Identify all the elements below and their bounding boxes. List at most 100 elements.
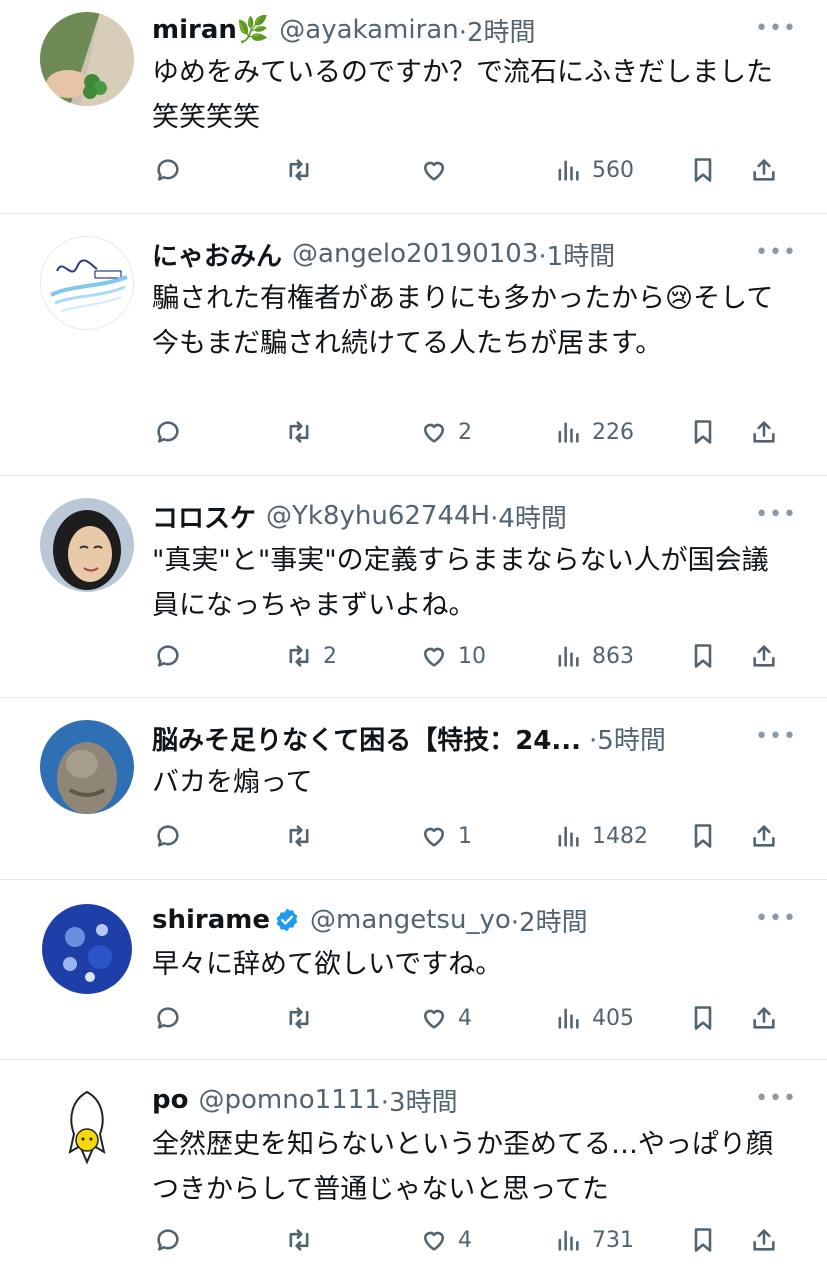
username[interactable]: @ayakamiran [279, 15, 458, 45]
bookmark-button[interactable] [689, 638, 717, 674]
like-button[interactable]: 10 [420, 638, 486, 674]
timestamp[interactable]: ·2時間 [459, 12, 536, 48]
retweet-icon [289, 1229, 309, 1251]
tweet[interactable]: 脳みそ足りなくて困る【特技：24... ·5時間 ••• バカを煽って 1 14… [0, 698, 827, 880]
views-button[interactable]: 731 [554, 1222, 634, 1258]
retweet-button[interactable] [285, 1222, 323, 1258]
reply-button[interactable] [154, 1000, 192, 1036]
timestamp[interactable]: ·4時間 [490, 498, 567, 534]
share-icon [753, 825, 775, 847]
tweet[interactable]: miran🌿 @ayakamiran ·2時間 ••• ゆめをみているのですか？… [0, 0, 827, 214]
more-icon[interactable]: ••• [755, 906, 797, 931]
reply-button[interactable] [154, 152, 192, 188]
like-count: 4 [458, 1005, 472, 1031]
reply-button[interactable] [154, 1222, 192, 1258]
like-button[interactable]: 4 [420, 1000, 472, 1036]
views-button[interactable]: 226 [554, 414, 634, 450]
username[interactable]: @mangetsu_yo [310, 905, 511, 935]
share-button[interactable] [750, 1222, 778, 1258]
more-icon[interactable]: ••• [755, 240, 797, 265]
action-bar: 4 405 [152, 1000, 787, 1036]
reply-icon [157, 825, 179, 847]
display-name[interactable]: にゃおみん [152, 236, 282, 272]
tweet-header: コロスケ @Yk8yhu62744H ·4時間 [152, 498, 797, 534]
avatar[interactable] [40, 720, 134, 814]
share-icon [753, 1007, 775, 1029]
views-count: 731 [592, 1227, 634, 1253]
share-button[interactable] [750, 152, 778, 188]
tweet[interactable]: po @pomno1111 ·3時間 ••• 全然歴史を知らないというか歪めてる… [0, 1060, 827, 1280]
bookmark-button[interactable] [689, 152, 717, 188]
username[interactable]: @Yk8yhu62744H [266, 501, 490, 531]
tweet-text: "真実"と"事実"の定義すらままならない人が国会議員になっちゃまずいよね。 [152, 545, 769, 621]
bookmark-icon [694, 1006, 712, 1030]
share-button[interactable] [750, 414, 778, 450]
more-icon[interactable]: ••• [755, 724, 797, 749]
retweet-button[interactable]: 2 [285, 638, 337, 674]
tweet-header: miran🌿 @ayakamiran ·2時間 [152, 12, 797, 48]
like-button[interactable] [420, 152, 458, 188]
heart-icon [423, 647, 445, 667]
reply-icon [157, 1229, 179, 1251]
retweet-button[interactable] [285, 818, 323, 854]
display-name[interactable]: shirame [152, 905, 270, 935]
bookmark-button[interactable] [689, 1222, 717, 1258]
heart-icon [423, 1009, 445, 1029]
retweet-button[interactable] [285, 152, 323, 188]
retweet-button[interactable] [285, 1000, 323, 1036]
timestamp[interactable]: ·5時間 [589, 720, 666, 756]
display-name[interactable]: po [152, 1085, 188, 1115]
bookmark-button[interactable] [689, 1000, 717, 1036]
views-icon [558, 646, 579, 667]
like-count: 10 [458, 643, 486, 669]
share-button[interactable] [750, 818, 778, 854]
reply-button[interactable] [154, 414, 192, 450]
timestamp[interactable]: ·2時間 [511, 902, 588, 938]
bookmark-button[interactable] [689, 818, 717, 854]
reply-button[interactable] [154, 818, 192, 854]
tweet-text: 早々に辞めて欲しいですね。 [152, 949, 503, 980]
more-icon[interactable]: ••• [755, 1086, 797, 1111]
tweet[interactable]: shirame @mangetsu_yo ·2時間 ••• 早々に辞めて欲しいで… [0, 880, 827, 1060]
bookmark-button[interactable] [689, 414, 717, 450]
share-button[interactable] [750, 1000, 778, 1036]
timestamp[interactable]: ·3時間 [381, 1082, 458, 1118]
like-button[interactable]: 1 [420, 818, 472, 854]
views-icon [558, 1008, 579, 1029]
reply-button[interactable] [154, 638, 192, 674]
more-icon[interactable]: ••• [755, 16, 797, 41]
share-icon [753, 159, 775, 181]
avatar[interactable] [40, 12, 134, 106]
like-button[interactable]: 2 [420, 414, 472, 450]
views-button[interactable]: 405 [554, 1000, 634, 1036]
heart-icon [423, 161, 445, 181]
views-button[interactable]: 560 [554, 152, 634, 188]
tweet-text: 全然歴史を知らないというか歪めてる…やっぱり顔つきからして普通じゃないと思ってた [152, 1129, 773, 1205]
views-button[interactable]: 863 [554, 638, 634, 674]
like-button[interactable]: 4 [420, 1222, 472, 1258]
avatar[interactable] [40, 498, 134, 592]
views-count: 560 [592, 157, 634, 183]
more-icon[interactable]: ••• [755, 502, 797, 527]
timestamp[interactable]: ·1時間 [538, 236, 615, 272]
reply-icon [157, 421, 179, 443]
tweet[interactable]: にゃおみん @angelo20190103 ·1時間 ••• 騙された有権者があ… [0, 214, 827, 476]
verified-badge-icon [274, 907, 300, 933]
display-name[interactable]: 脳みそ足りなくて困る【特技：24... [152, 720, 581, 756]
display-name[interactable]: コロスケ [152, 498, 256, 534]
action-bar: 560 [152, 152, 787, 188]
reply-icon [157, 159, 179, 181]
tweet[interactable]: コロスケ @Yk8yhu62744H ·4時間 ••• "真実"と"事実"の定義… [0, 476, 827, 698]
share-button[interactable] [750, 638, 778, 674]
views-icon [558, 1230, 579, 1251]
bookmark-icon [694, 824, 712, 848]
username[interactable]: @angelo20190103 [292, 239, 538, 269]
like-count: 4 [458, 1227, 472, 1253]
avatar[interactable] [40, 1082, 134, 1176]
username[interactable]: @pomno1111 [198, 1085, 380, 1115]
retweet-button[interactable] [285, 414, 323, 450]
avatar[interactable] [40, 236, 134, 330]
views-button[interactable]: 1482 [554, 818, 648, 854]
avatar[interactable] [40, 902, 134, 996]
display-name[interactable]: miran🌿 [152, 15, 269, 45]
